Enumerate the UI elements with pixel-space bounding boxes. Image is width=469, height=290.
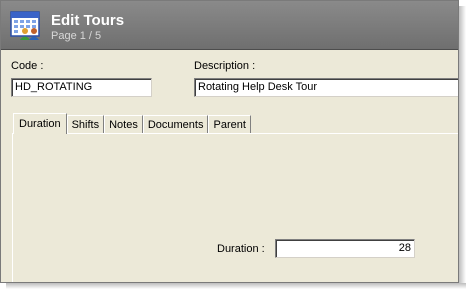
tab-duration[interactable]: Duration — [13, 113, 67, 134]
tab-parent[interactable]: Parent — [208, 115, 251, 134]
title-bar: Edit Tours Page 1 / 5 — [1, 1, 458, 50]
description-label: Description : — [194, 60, 256, 72]
code-label: Code : — [11, 60, 44, 72]
tab-documents[interactable]: Documents — [142, 115, 209, 134]
calendar-people-icon — [10, 11, 40, 40]
window-shadow-bottom — [6, 283, 466, 289]
page-indicator: Page 1 / 5 — [51, 30, 102, 42]
tab-strip: Duration Shifts Notes Documents Parent — [13, 113, 251, 134]
duration-field[interactable]: 28 — [275, 239, 415, 258]
window-title: Edit Tours — [51, 12, 125, 29]
duration-tab-panel — [12, 133, 458, 282]
code-field[interactable]: HD_ROTATING — [11, 78, 152, 97]
tab-shifts[interactable]: Shifts — [66, 115, 105, 134]
tab-notes[interactable]: Notes — [104, 115, 143, 134]
duration-label: Duration : — [217, 243, 265, 255]
description-field[interactable]: Rotating Help Desk Tour — [194, 78, 458, 97]
window-shadow-right — [459, 6, 466, 289]
edit-tours-window: Edit Tours Page 1 / 5 Code : HD_ROTATING… — [0, 0, 459, 283]
